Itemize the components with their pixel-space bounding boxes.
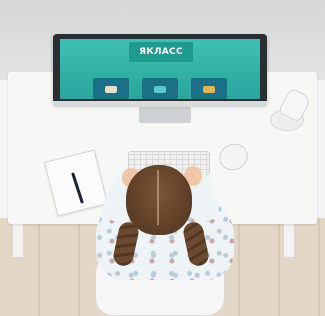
monitor-chin [53,101,267,107]
hair-part [157,170,159,225]
monitor-screen: ЯКЛАСС [60,39,260,99]
desk-leg-left [12,222,24,258]
screen-tile [191,78,227,99]
girl-head [126,165,192,235]
monitor-stand [139,107,191,123]
screen-banner: ЯКЛАСС [129,42,193,62]
screen-tile [142,78,178,99]
screen-tile [93,78,129,99]
photo-scene: ЯКЛАСС [0,0,325,316]
tile-graphic [203,86,215,93]
tile-graphic [154,86,166,93]
desk-leg-right [283,222,295,258]
tile-graphic [105,86,117,93]
